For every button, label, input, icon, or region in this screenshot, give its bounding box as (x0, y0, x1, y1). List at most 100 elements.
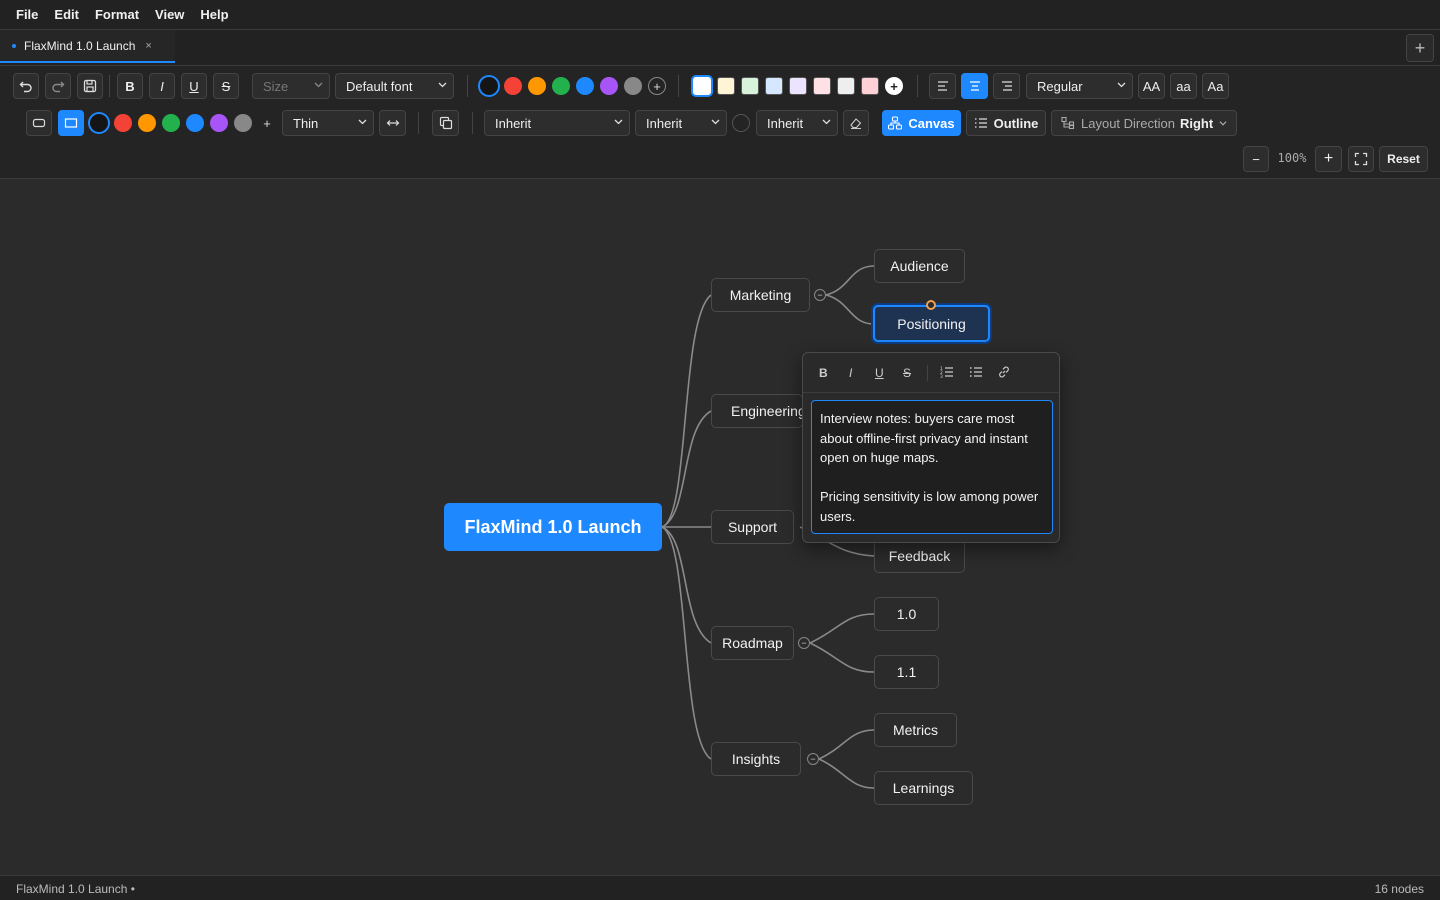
background-color-swatch[interactable] (861, 77, 879, 95)
text-color-swatch[interactable] (624, 77, 642, 95)
canvas-view-button[interactable]: Canvas (882, 110, 961, 136)
note-italic-button[interactable]: I (849, 366, 852, 380)
add-text-color-button[interactable]: + (648, 77, 666, 95)
strikethrough-button[interactable]: S (213, 73, 239, 99)
border-color-swatch[interactable] (210, 114, 228, 132)
font-size-input[interactable]: Size (252, 73, 330, 99)
node-version-1-0[interactable]: 1.0 (874, 597, 939, 631)
font-weight-select[interactable]: Regular (1026, 73, 1133, 99)
status-document-name: FlaxMind 1.0 Launch • (16, 882, 135, 896)
line-width-select[interactable]: Thin (282, 110, 374, 136)
note-strike-button[interactable]: S (903, 366, 911, 380)
collapse-toggle-marketing[interactable]: − (814, 289, 826, 301)
align-left-button[interactable] (929, 73, 956, 99)
align-right-button[interactable] (993, 73, 1020, 99)
clear-format-button[interactable] (843, 110, 869, 136)
underline-button[interactable]: U (181, 73, 207, 99)
background-color-swatch[interactable] (741, 77, 759, 95)
zoom-in-button[interactable]: + (1315, 146, 1342, 172)
background-color-swatch[interactable] (717, 77, 735, 95)
node-version-1-1[interactable]: 1.1 (874, 655, 939, 689)
unsaved-dot-icon (12, 43, 16, 48)
node-support[interactable]: Support (711, 510, 794, 544)
note-editor[interactable]: Interview notes: buyers care most about … (811, 400, 1053, 534)
zoom-out-button[interactable]: − (1243, 146, 1269, 172)
border-color-swatch[interactable] (234, 114, 252, 132)
menu-file[interactable]: File (8, 7, 46, 22)
link-icon[interactable] (997, 365, 1011, 379)
node-audience[interactable]: Audience (874, 249, 965, 283)
add-border-color-button[interactable]: + (258, 114, 276, 132)
branch-style-select[interactable]: Inherit (484, 110, 630, 136)
rectangle-icon (64, 118, 78, 128)
node-positioning[interactable]: Positioning (873, 305, 990, 342)
border-color-swatch[interactable] (90, 114, 108, 132)
text-color-swatch[interactable] (480, 77, 498, 95)
mindmap-canvas[interactable]: FlaxMind 1.0 Launch Marketing − Engineer… (0, 179, 1440, 875)
text-color-swatch[interactable] (504, 77, 522, 95)
text-color-swatch[interactable] (528, 77, 546, 95)
node-marketing[interactable]: Marketing (711, 278, 810, 312)
outline-view-button[interactable]: Outline (966, 110, 1046, 136)
background-color-swatch[interactable] (693, 77, 711, 95)
save-button[interactable] (77, 73, 103, 99)
bullet-list-icon[interactable] (969, 365, 983, 379)
ordered-list-icon[interactable]: 123 (940, 365, 954, 379)
reset-zoom-button[interactable]: Reset (1379, 146, 1428, 172)
font-size-placeholder: Size (263, 78, 289, 94)
align-center-button[interactable] (961, 73, 988, 99)
italic-button[interactable]: I (149, 73, 175, 99)
node-insights[interactable]: Insights (711, 742, 801, 776)
tab-document[interactable]: FlaxMind 1.0 Launch × (0, 30, 175, 63)
menu-help[interactable]: Help (192, 7, 236, 22)
tab-close-icon[interactable]: × (145, 40, 151, 52)
layout-direction-dropdown[interactable]: Layout Direction Right (1051, 110, 1237, 136)
lowercase-button[interactable]: aa (1170, 73, 1197, 99)
node-feedback[interactable]: Feedback (874, 539, 965, 573)
shape-rounded-button[interactable] (26, 110, 52, 136)
note-bold-button[interactable]: B (819, 366, 828, 380)
copy-style-button[interactable] (432, 110, 459, 136)
node-metrics[interactable]: Metrics (874, 713, 957, 747)
bold-button[interactable]: B (117, 73, 143, 99)
text-color-swatch[interactable] (576, 77, 594, 95)
menu-view[interactable]: View (147, 7, 192, 22)
line-pattern-select[interactable]: Inherit (756, 110, 838, 136)
background-color-swatch[interactable] (813, 77, 831, 95)
node-roadmap[interactable]: Roadmap (711, 626, 794, 660)
background-color-swatch[interactable] (789, 77, 807, 95)
redo-button[interactable] (45, 73, 71, 99)
undo-button[interactable] (13, 73, 39, 99)
menu-format[interactable]: Format (87, 7, 147, 22)
node-engineering[interactable]: Engineering (711, 394, 803, 428)
chevron-down-icon (1117, 82, 1126, 88)
collapse-toggle-roadmap[interactable]: − (798, 637, 810, 649)
menu-edit[interactable]: Edit (46, 7, 87, 22)
drag-handle-icon[interactable] (926, 300, 936, 310)
font-family-select[interactable]: Default font (335, 73, 454, 99)
collapse-toggle-insights[interactable]: − (807, 753, 819, 765)
add-background-color-button[interactable]: + (885, 77, 903, 95)
background-color-swatch[interactable] (837, 77, 855, 95)
text-color-swatch[interactable] (552, 77, 570, 95)
root-node[interactable]: FlaxMind 1.0 Launch (444, 503, 662, 551)
node-learnings[interactable]: Learnings (874, 771, 973, 805)
background-color-swatch[interactable] (765, 77, 783, 95)
note-underline-button[interactable]: U (875, 366, 884, 380)
fit-screen-button[interactable] (1348, 146, 1374, 172)
line-style-select[interactable]: Inherit (635, 110, 727, 136)
shape-rect-button[interactable] (58, 110, 84, 136)
new-tab-button[interactable]: + (1406, 34, 1434, 62)
text-color-swatch[interactable] (600, 77, 618, 95)
arrows-horizontal-icon (386, 120, 399, 126)
titlecase-button[interactable]: Aa (1202, 73, 1229, 99)
uppercase-button[interactable]: AA (1138, 73, 1165, 99)
border-color-swatch[interactable] (186, 114, 204, 132)
align-left-icon (937, 81, 948, 91)
border-color-swatch[interactable] (138, 114, 156, 132)
border-color-swatch[interactable] (114, 114, 132, 132)
save-icon (83, 79, 97, 93)
border-color-swatch[interactable] (162, 114, 180, 132)
node-width-button[interactable] (379, 110, 406, 136)
line-color-swatch[interactable] (732, 114, 750, 132)
